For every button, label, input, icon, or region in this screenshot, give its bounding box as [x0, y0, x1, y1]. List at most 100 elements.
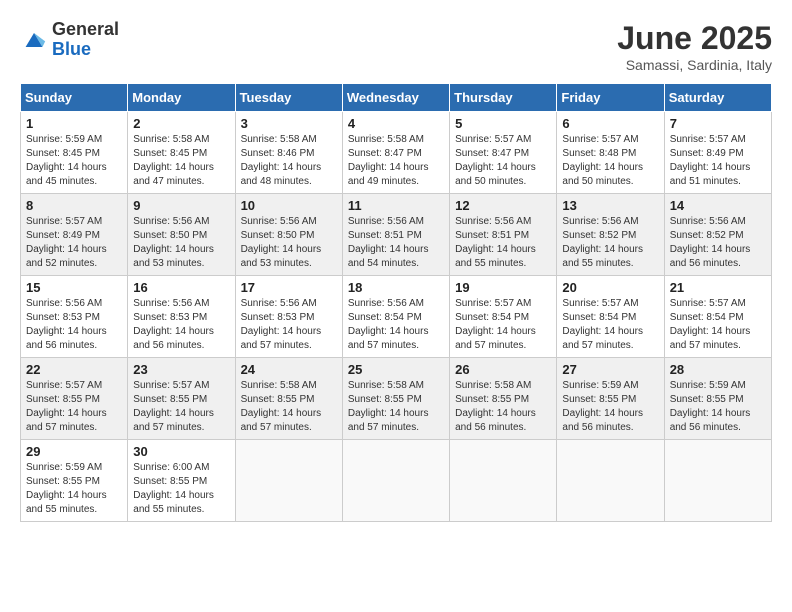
day-info: Sunrise: 5:58 AMSunset: 8:55 PMDaylight:… — [348, 379, 444, 435]
day-number: 6 — [562, 116, 658, 131]
calendar-cell: 14 Sunrise: 5:56 AMSunset: 8:52 PMDaylig… — [664, 194, 771, 276]
calendar-cell: 2 Sunrise: 5:58 AMSunset: 8:45 PMDayligh… — [128, 112, 235, 194]
day-number: 4 — [348, 116, 444, 131]
weekday-header-row: SundayMondayTuesdayWednesdayThursdayFrid… — [21, 84, 772, 112]
day-number: 8 — [26, 198, 122, 213]
day-number: 24 — [241, 362, 337, 377]
calendar-cell: 20 Sunrise: 5:57 AMSunset: 8:54 PMDaylig… — [557, 276, 664, 358]
calendar-cell: 10 Sunrise: 5:56 AMSunset: 8:50 PMDaylig… — [235, 194, 342, 276]
calendar-cell: 8 Sunrise: 5:57 AMSunset: 8:49 PMDayligh… — [21, 194, 128, 276]
weekday-header-wednesday: Wednesday — [342, 84, 449, 112]
calendar-cell: 27 Sunrise: 5:59 AMSunset: 8:55 PMDaylig… — [557, 358, 664, 440]
day-number: 2 — [133, 116, 229, 131]
day-info: Sunrise: 5:58 AMSunset: 8:47 PMDaylight:… — [348, 133, 444, 189]
day-number: 28 — [670, 362, 766, 377]
calendar-cell: 12 Sunrise: 5:56 AMSunset: 8:51 PMDaylig… — [450, 194, 557, 276]
day-info: Sunrise: 5:59 AMSunset: 8:45 PMDaylight:… — [26, 133, 122, 189]
day-number: 9 — [133, 198, 229, 213]
calendar-cell: 26 Sunrise: 5:58 AMSunset: 8:55 PMDaylig… — [450, 358, 557, 440]
calendar-cell: 7 Sunrise: 5:57 AMSunset: 8:49 PMDayligh… — [664, 112, 771, 194]
calendar-cell — [235, 440, 342, 522]
calendar-cell: 28 Sunrise: 5:59 AMSunset: 8:55 PMDaylig… — [664, 358, 771, 440]
calendar-cell: 16 Sunrise: 5:56 AMSunset: 8:53 PMDaylig… — [128, 276, 235, 358]
calendar-week-row-1: 1 Sunrise: 5:59 AMSunset: 8:45 PMDayligh… — [21, 112, 772, 194]
calendar-cell: 17 Sunrise: 5:56 AMSunset: 8:53 PMDaylig… — [235, 276, 342, 358]
day-number: 20 — [562, 280, 658, 295]
day-number: 27 — [562, 362, 658, 377]
day-info: Sunrise: 5:56 AMSunset: 8:51 PMDaylight:… — [348, 215, 444, 271]
calendar-cell: 3 Sunrise: 5:58 AMSunset: 8:46 PMDayligh… — [235, 112, 342, 194]
calendar-cell: 29 Sunrise: 5:59 AMSunset: 8:55 PMDaylig… — [21, 440, 128, 522]
day-number: 25 — [348, 362, 444, 377]
day-number: 10 — [241, 198, 337, 213]
day-info: Sunrise: 5:58 AMSunset: 8:55 PMDaylight:… — [455, 379, 551, 435]
day-info: Sunrise: 5:56 AMSunset: 8:54 PMDaylight:… — [348, 297, 444, 353]
day-info: Sunrise: 5:57 AMSunset: 8:54 PMDaylight:… — [562, 297, 658, 353]
calendar-cell: 19 Sunrise: 5:57 AMSunset: 8:54 PMDaylig… — [450, 276, 557, 358]
weekday-header-monday: Monday — [128, 84, 235, 112]
calendar-week-row-5: 29 Sunrise: 5:59 AMSunset: 8:55 PMDaylig… — [21, 440, 772, 522]
calendar-cell: 23 Sunrise: 5:57 AMSunset: 8:55 PMDaylig… — [128, 358, 235, 440]
day-info: Sunrise: 5:57 AMSunset: 8:55 PMDaylight:… — [133, 379, 229, 435]
day-info: Sunrise: 5:57 AMSunset: 8:48 PMDaylight:… — [562, 133, 658, 189]
day-info: Sunrise: 5:58 AMSunset: 8:46 PMDaylight:… — [241, 133, 337, 189]
calendar-cell: 15 Sunrise: 5:56 AMSunset: 8:53 PMDaylig… — [21, 276, 128, 358]
calendar-week-row-4: 22 Sunrise: 5:57 AMSunset: 8:55 PMDaylig… — [21, 358, 772, 440]
calendar-cell — [342, 440, 449, 522]
calendar-cell — [557, 440, 664, 522]
title-block: June 2025 Samassi, Sardinia, Italy — [617, 20, 772, 73]
day-info: Sunrise: 5:57 AMSunset: 8:54 PMDaylight:… — [670, 297, 766, 353]
calendar-cell: 6 Sunrise: 5:57 AMSunset: 8:48 PMDayligh… — [557, 112, 664, 194]
day-info: Sunrise: 5:57 AMSunset: 8:47 PMDaylight:… — [455, 133, 551, 189]
day-info: Sunrise: 5:56 AMSunset: 8:50 PMDaylight:… — [133, 215, 229, 271]
day-info: Sunrise: 5:57 AMSunset: 8:55 PMDaylight:… — [26, 379, 122, 435]
calendar-cell: 18 Sunrise: 5:56 AMSunset: 8:54 PMDaylig… — [342, 276, 449, 358]
calendar-cell: 11 Sunrise: 5:56 AMSunset: 8:51 PMDaylig… — [342, 194, 449, 276]
calendar-title: June 2025 — [617, 20, 772, 57]
day-number: 23 — [133, 362, 229, 377]
weekday-header-friday: Friday — [557, 84, 664, 112]
day-info: Sunrise: 5:57 AMSunset: 8:49 PMDaylight:… — [670, 133, 766, 189]
calendar-cell: 30 Sunrise: 6:00 AMSunset: 8:55 PMDaylig… — [128, 440, 235, 522]
day-info: Sunrise: 5:56 AMSunset: 8:53 PMDaylight:… — [133, 297, 229, 353]
day-info: Sunrise: 5:56 AMSunset: 8:52 PMDaylight:… — [670, 215, 766, 271]
day-number: 14 — [670, 198, 766, 213]
calendar-cell: 1 Sunrise: 5:59 AMSunset: 8:45 PMDayligh… — [21, 112, 128, 194]
day-number: 22 — [26, 362, 122, 377]
day-info: Sunrise: 5:59 AMSunset: 8:55 PMDaylight:… — [670, 379, 766, 435]
day-number: 18 — [348, 280, 444, 295]
calendar-week-row-2: 8 Sunrise: 5:57 AMSunset: 8:49 PMDayligh… — [21, 194, 772, 276]
day-info: Sunrise: 5:56 AMSunset: 8:51 PMDaylight:… — [455, 215, 551, 271]
logo-blue-text: Blue — [52, 40, 119, 60]
day-number: 17 — [241, 280, 337, 295]
day-info: Sunrise: 6:00 AMSunset: 8:55 PMDaylight:… — [133, 461, 229, 517]
weekday-header-sunday: Sunday — [21, 84, 128, 112]
day-number: 16 — [133, 280, 229, 295]
logo-icon — [20, 26, 48, 54]
day-number: 26 — [455, 362, 551, 377]
calendar-week-row-3: 15 Sunrise: 5:56 AMSunset: 8:53 PMDaylig… — [21, 276, 772, 358]
calendar-cell: 24 Sunrise: 5:58 AMSunset: 8:55 PMDaylig… — [235, 358, 342, 440]
day-info: Sunrise: 5:57 AMSunset: 8:49 PMDaylight:… — [26, 215, 122, 271]
day-number: 19 — [455, 280, 551, 295]
day-info: Sunrise: 5:56 AMSunset: 8:50 PMDaylight:… — [241, 215, 337, 271]
day-number: 13 — [562, 198, 658, 213]
day-info: Sunrise: 5:56 AMSunset: 8:52 PMDaylight:… — [562, 215, 658, 271]
day-info: Sunrise: 5:59 AMSunset: 8:55 PMDaylight:… — [26, 461, 122, 517]
day-info: Sunrise: 5:59 AMSunset: 8:55 PMDaylight:… — [562, 379, 658, 435]
calendar-cell: 9 Sunrise: 5:56 AMSunset: 8:50 PMDayligh… — [128, 194, 235, 276]
calendar-cell — [664, 440, 771, 522]
day-info: Sunrise: 5:56 AMSunset: 8:53 PMDaylight:… — [241, 297, 337, 353]
day-number: 29 — [26, 444, 122, 459]
day-number: 5 — [455, 116, 551, 131]
calendar-cell — [450, 440, 557, 522]
page-header: General Blue June 2025 Samassi, Sardinia… — [20, 20, 772, 73]
calendar-cell: 21 Sunrise: 5:57 AMSunset: 8:54 PMDaylig… — [664, 276, 771, 358]
day-info: Sunrise: 5:58 AMSunset: 8:45 PMDaylight:… — [133, 133, 229, 189]
day-number: 7 — [670, 116, 766, 131]
calendar-subtitle: Samassi, Sardinia, Italy — [617, 57, 772, 73]
weekday-header-saturday: Saturday — [664, 84, 771, 112]
weekday-header-thursday: Thursday — [450, 84, 557, 112]
day-number: 21 — [670, 280, 766, 295]
day-number: 3 — [241, 116, 337, 131]
